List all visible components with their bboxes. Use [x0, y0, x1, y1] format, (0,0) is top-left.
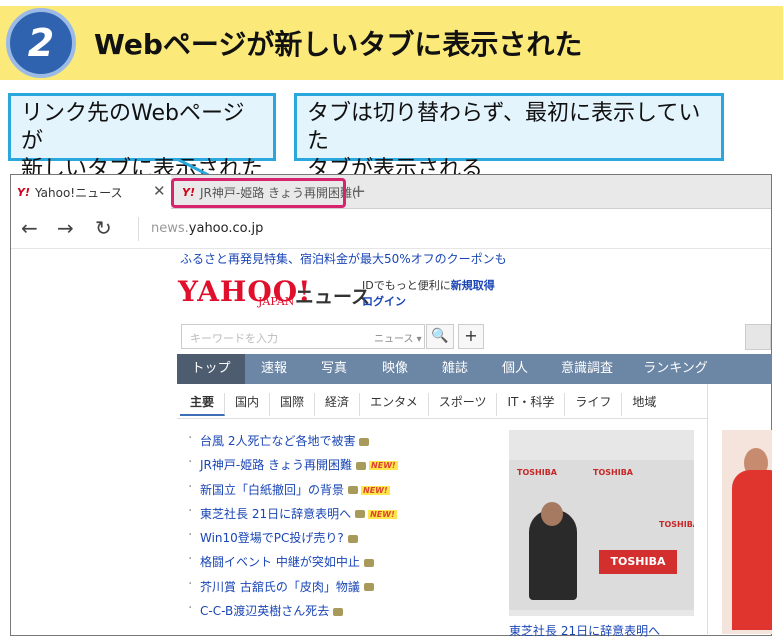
camera-icon [333, 607, 344, 616]
url-field[interactable]: news.yahoo.co.jp [151, 221, 263, 236]
search-icon: 🔍 [431, 328, 449, 344]
tab-yahoo-news[interactable]: Y! Yahoo!ニュース [11, 175, 171, 209]
subnav-economy[interactable]: 経済 [315, 393, 361, 416]
nav-photo[interactable]: 写真 [303, 354, 365, 384]
camera-icon [355, 510, 366, 519]
sub-nav: 主要 国内 国際 経済 エンタメ スポーツ IT・科学 ライフ 地域 [180, 393, 666, 416]
subnav-it-science[interactable]: IT・科学 [497, 393, 566, 416]
tab-close-icon[interactable]: ✕ [153, 182, 166, 200]
headline-text: C-C-B渡辺英樹さん死去 [200, 604, 330, 619]
yahoo-logo-japan: JAPAN [258, 295, 295, 308]
new-tab-highlight [171, 178, 346, 208]
nav-individual[interactable]: 個人 [485, 354, 545, 384]
new-badge: NEW! [368, 509, 397, 519]
headline-item[interactable]: 新国立「白紙撤回」の背景 NEW! [186, 479, 398, 505]
subnav-main[interactable]: 主要 [180, 393, 226, 416]
news-label: ニュース [295, 286, 371, 308]
nav-magazine[interactable]: 雑誌 [425, 354, 485, 384]
ad-image[interactable] [722, 430, 772, 634]
camera-icon [347, 534, 358, 543]
step-number-badge: 2 [6, 8, 76, 78]
page: 2 Webページが新しいタブに表示された リンク先のWebページが 新しいタブに… [0, 0, 783, 640]
photo-sign: TOSHIBA [599, 550, 677, 574]
headline-text: 格闘イベント 中継が突如中止 [200, 555, 360, 570]
search-placeholder: キーワードを入力 [190, 332, 278, 345]
add-button[interactable]: + [458, 324, 484, 349]
nav-ranking[interactable]: ランキング [629, 354, 722, 384]
photo-brand-text: TOSHIBA [517, 468, 557, 477]
photo-caption[interactable]: 東芝社長 21日に辞意表明へ [509, 622, 660, 639]
nav-flash[interactable]: 速報 [245, 354, 303, 384]
ad-figure-dress [732, 470, 772, 630]
news-photo[interactable]: TOSHIBA TOSHIBA TOSHIBA TOSHIBA [509, 430, 694, 616]
headline-list: 台風 2人死亡など各地で被害 JR神戸-姫路 きょう再開困難 NEW! 新国立「白… [186, 430, 398, 626]
main-nav: トップ 速報 写真 映像 雑誌 個人 意識調査 ランキング [177, 354, 722, 384]
subnav-region[interactable]: 地域 [622, 393, 666, 416]
avatar[interactable] [745, 324, 771, 350]
new-badge: NEW! [369, 461, 398, 471]
headline-item[interactable]: 東芝社長 21日に辞意表明へ NEW! [186, 503, 398, 529]
camera-icon [363, 583, 374, 592]
headline-item[interactable]: Win10登場でPC投げ売り? [186, 527, 398, 553]
headline-item[interactable]: 格闘イベント 中継が突如中止 [186, 551, 398, 577]
yahoo-favicon-icon: Y! [17, 185, 30, 199]
photo-face [541, 502, 563, 526]
new-badge: NEW! [361, 485, 390, 495]
camera-icon [363, 558, 374, 567]
headline-text: 東芝社長 21日に辞意表明へ [200, 506, 352, 521]
column-divider [707, 384, 708, 634]
headline-item[interactable]: 台風 2人死亡など各地で被害 [186, 430, 398, 456]
forward-arrow-icon[interactable]: → [57, 216, 74, 240]
subnav-entertainment[interactable]: エンタメ [360, 393, 429, 416]
search-input[interactable]: キーワードを入力 ニュース ▾ [181, 324, 425, 349]
headline-text: 新国立「白紙撤回」の背景 [200, 482, 345, 497]
subnav-international[interactable]: 国際 [270, 393, 316, 416]
photo-brand-text: TOSHIBA [593, 468, 633, 477]
photo-brand-text: TOSHIBA [659, 520, 694, 529]
tab-strip: Y! Yahoo!ニュース ✕ Y! JR神戸-姫路 きょう再開困難( + [11, 175, 771, 209]
headline-text: 台風 2人死亡など各地で被害 [200, 434, 356, 448]
subnav-divider [177, 418, 707, 419]
camera-icon [359, 437, 370, 446]
register-link[interactable]: 新規取得 [451, 279, 495, 292]
search-button[interactable]: 🔍 [426, 324, 454, 349]
callout-line: タブは切り替わらず、最初に表示していた [307, 101, 701, 154]
headline-text: JR神戸-姫路 きょう再開困難 [200, 458, 353, 473]
subnav-domestic[interactable]: 国内 [225, 393, 271, 416]
headline-text: 芥川賞 古舘氏の「皮肉」物議 [200, 579, 360, 594]
promo-link[interactable]: ふるさと再発見特集、宿泊料金が最大50%オフのクーポンも [180, 250, 507, 267]
url-domain: yahoo.co.jp [188, 221, 264, 236]
nav-video[interactable]: 映像 [365, 354, 425, 384]
login-promo-text: IDでもっと便利に [362, 279, 451, 292]
reload-icon[interactable]: ↻ [95, 216, 112, 240]
camera-icon [356, 461, 367, 470]
callout-new-tab: リンク先のWebページが 新しいタブに表示された [8, 93, 276, 182]
back-arrow-icon[interactable]: ← [21, 216, 38, 240]
nav-top[interactable]: トップ [177, 354, 245, 384]
camera-icon [348, 486, 359, 495]
headline-text: Win10登場でPC投げ売り? [200, 531, 344, 546]
nav-survey[interactable]: 意識調査 [545, 354, 629, 384]
search-scope-select[interactable]: ニュース ▾ [374, 330, 422, 345]
address-divider [138, 217, 139, 241]
step-title: Webページが新しいタブに表示された [94, 28, 583, 61]
main-nav-extension [722, 354, 772, 384]
headline-item[interactable]: 芥川賞 古舘氏の「皮肉」物議 [186, 576, 398, 602]
tab-label: Yahoo!ニュース [34, 185, 123, 200]
address-bar: ← → ↻ news.yahoo.co.jp [11, 209, 771, 249]
url-prefix: news. [151, 221, 189, 236]
headline-item[interactable]: C-C-B渡辺英樹さん死去 [186, 600, 398, 626]
login-area: IDでもっと便利に新規取得 ログイン [362, 278, 495, 310]
subnav-life[interactable]: ライフ [565, 393, 623, 416]
login-link[interactable]: ログイン [362, 295, 406, 308]
callout-tab-not-switched: タブは切り替わらず、最初に表示していた タブが表示される [294, 93, 724, 182]
subnav-sports[interactable]: スポーツ [429, 393, 498, 416]
headline-item[interactable]: JR神戸-姫路 きょう再開困難 NEW! [186, 454, 398, 480]
new-tab-plus-icon[interactable]: + [351, 181, 366, 202]
callout-line: リンク先のWebページが [21, 101, 245, 154]
